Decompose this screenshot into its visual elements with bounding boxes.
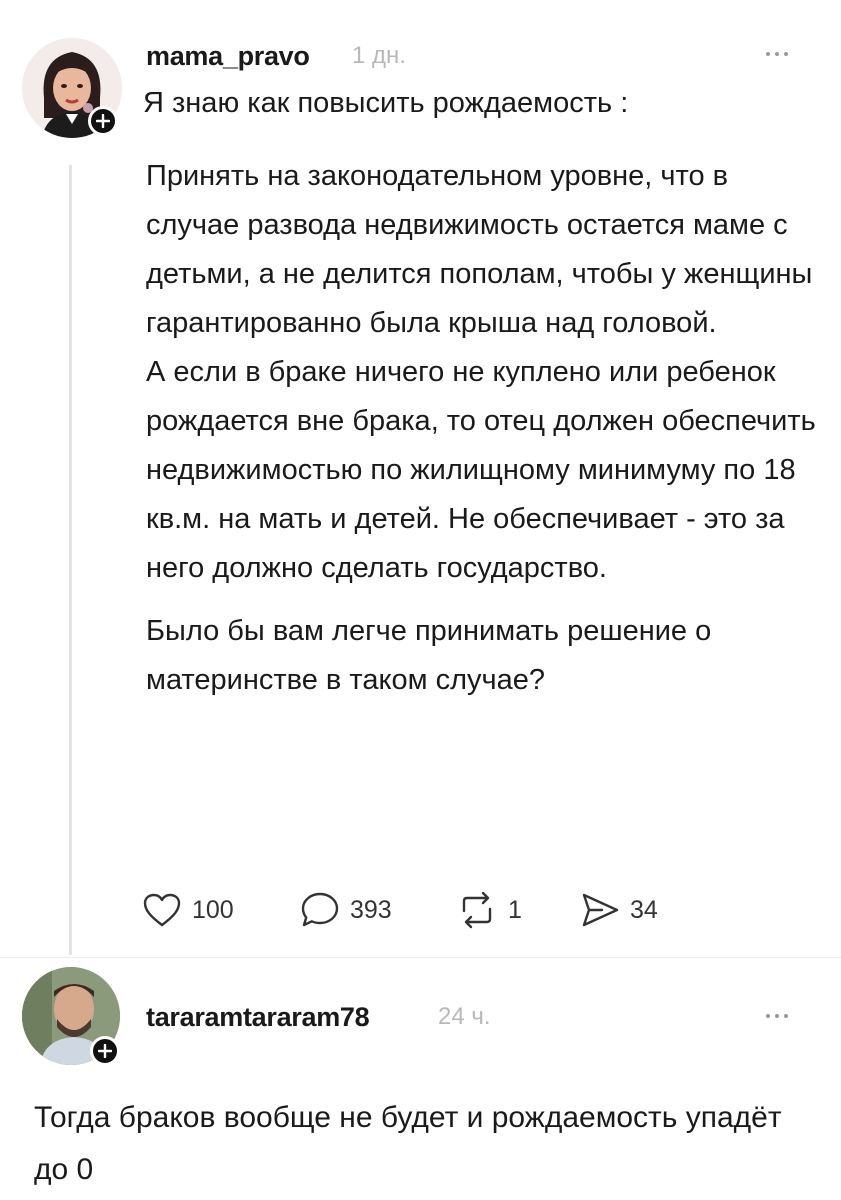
- more-dots-icon: [766, 1014, 770, 1018]
- feed: mama_pravo 1 дн. Я знаю как повысить рож…: [0, 0, 841, 1200]
- post-paragraph: А если в браке ничего не куплено или реб…: [146, 356, 816, 584]
- post-body: Принять на законодательном уровне, что в…: [146, 152, 826, 705]
- reply-menu-button[interactable]: [766, 1014, 788, 1018]
- plus-icon: [98, 1044, 112, 1058]
- comment-button[interactable]: 393: [300, 888, 392, 932]
- repost-count: 1: [508, 895, 522, 924]
- like-count: 100: [192, 895, 234, 924]
- comment-count: 393: [350, 895, 392, 924]
- thread-line: [69, 165, 72, 955]
- post-actions: 100 393 1 34: [140, 888, 700, 932]
- post-timestamp: 1 дн.: [352, 42, 406, 69]
- post-paragraph: Принять на законодательном уровне, что в…: [146, 160, 813, 339]
- follow-button[interactable]: [88, 106, 118, 136]
- like-button[interactable]: 100: [142, 888, 234, 932]
- comment-divider: [0, 957, 841, 958]
- more-dot: [775, 52, 779, 56]
- reply-timestamp: 24 ч.: [438, 1003, 491, 1030]
- reply-follow-button[interactable]: [90, 1036, 120, 1066]
- more-dot: [784, 1014, 788, 1018]
- more-dot: [775, 1014, 779, 1018]
- reply-body: Тогда браков вообще не будет и рождаемос…: [34, 1101, 782, 1186]
- repost-icon: [462, 891, 492, 929]
- more-dot: [784, 52, 788, 56]
- send-icon: [582, 893, 619, 927]
- reply-username[interactable]: tararamtararam78: [146, 1002, 370, 1033]
- post-menu-button[interactable]: [766, 52, 788, 56]
- post-title: Я знаю как повысить рождаемость :: [143, 87, 629, 119]
- share-count: 34: [630, 895, 658, 924]
- share-button[interactable]: 34: [580, 888, 658, 932]
- plus-icon: [96, 114, 110, 128]
- more-dots-icon: [766, 52, 770, 56]
- post-paragraph: Было бы вам легче принимать решение о ма…: [146, 615, 712, 696]
- heart-icon: [143, 893, 181, 927]
- repost-button[interactable]: 1: [456, 888, 522, 932]
- post-username[interactable]: mama_pravo: [146, 41, 310, 72]
- comment-bubble-icon: [301, 892, 339, 927]
